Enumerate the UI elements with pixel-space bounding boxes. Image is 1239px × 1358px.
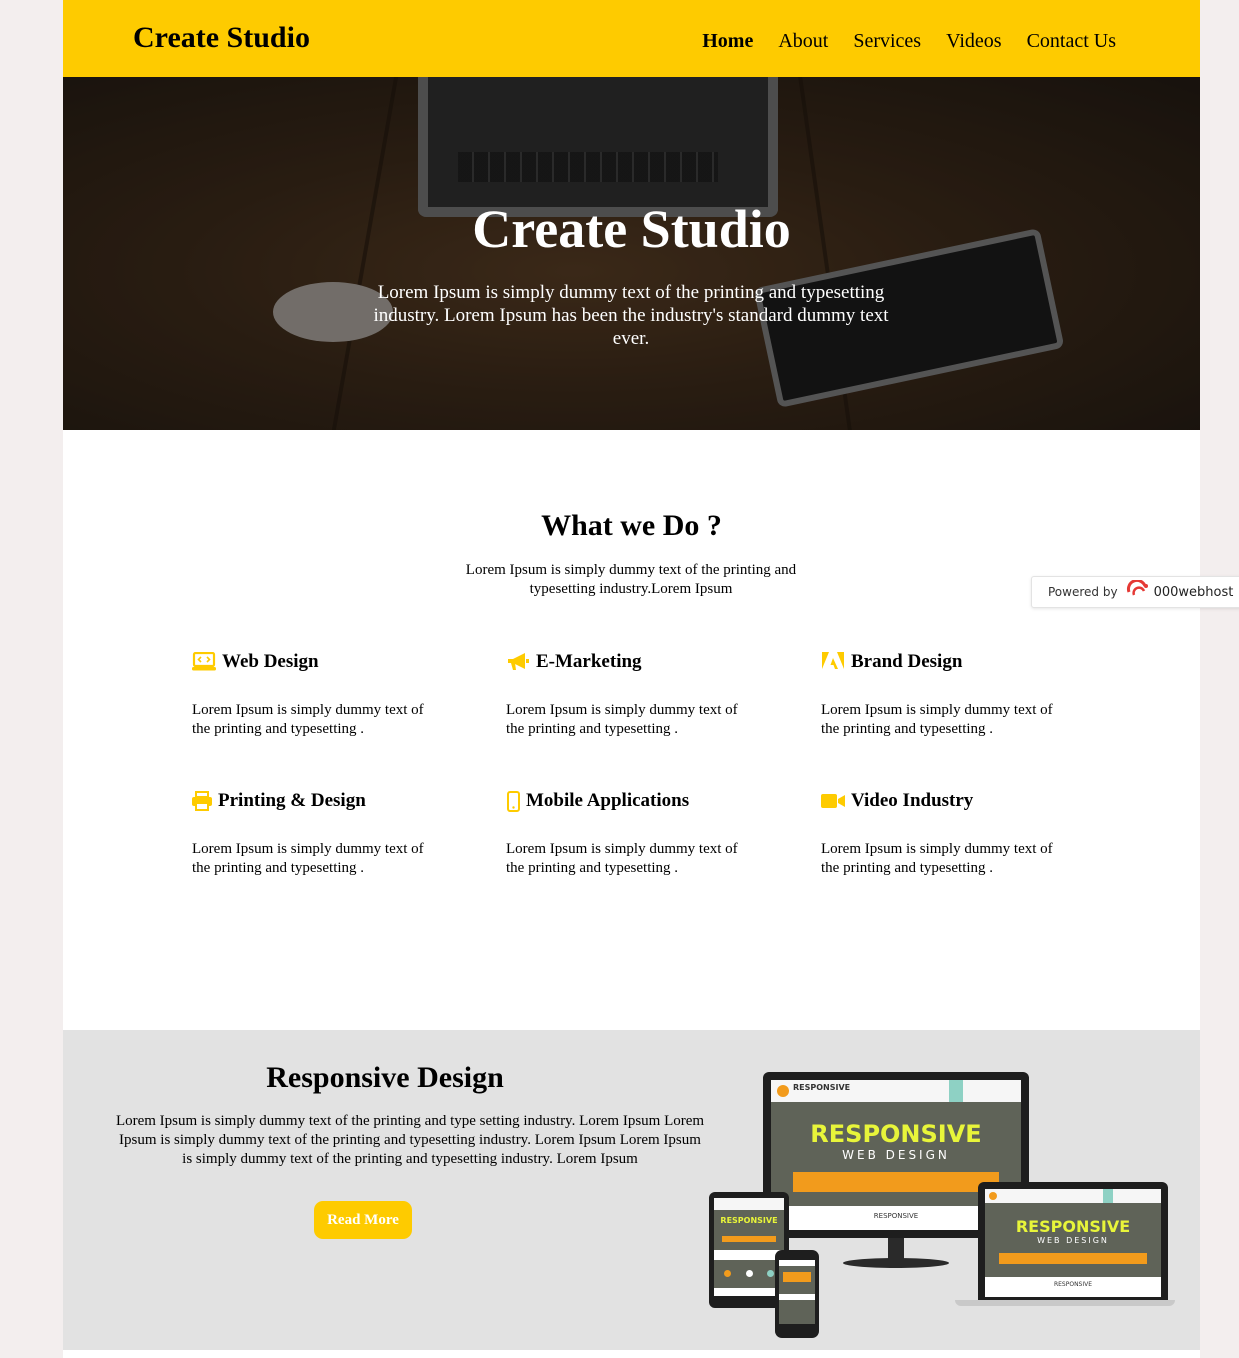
service-text: Lorem Ipsum is simply dummy text of the …: [506, 841, 738, 876]
read-more-button[interactable]: Read More: [314, 1201, 412, 1239]
service-text: Lorem Ipsum is simply dummy text of the …: [821, 702, 1053, 737]
brand-logo[interactable]: Create Studio: [133, 20, 310, 56]
000webhost-logo-icon: [1126, 578, 1150, 604]
video-camera-icon: [821, 790, 845, 812]
service-title: Mobile Applications: [526, 790, 690, 811]
device-sub-text: WEB DESIGN: [842, 1148, 950, 1162]
nav-home[interactable]: Home: [702, 29, 753, 53]
device-sub-text: WEB DESIGN: [1037, 1236, 1109, 1245]
service-text: Lorem Ipsum is simply dummy text of the …: [821, 841, 1053, 876]
nav-about[interactable]: About: [778, 29, 828, 53]
service-video-industry: Video Industry Lorem Ipsum is simply dum…: [821, 789, 1071, 878]
adobe-icon: [821, 651, 845, 673]
laptop-frame: RESPONSIVE WEB DESIGN RESPONSIVE: [978, 1182, 1168, 1300]
laptop-code-icon: [192, 651, 216, 673]
service-title: E-Marketing: [536, 651, 642, 672]
phone-frame: [775, 1250, 819, 1338]
nav-contact-us[interactable]: Contact Us: [1027, 29, 1116, 53]
powered-by-label: Powered by: [1048, 585, 1118, 599]
service-brand-design: Brand Design Lorem Ipsum is simply dummy…: [821, 650, 1071, 739]
responsive-title: Responsive Design: [266, 1061, 504, 1094]
service-web-design: Web Design Lorem Ipsum is simply dummy t…: [192, 650, 442, 739]
device-caption: RESPONSIVE: [1053, 1281, 1093, 1288]
service-title: Brand Design: [851, 651, 963, 672]
mobile-phone-icon: [506, 790, 520, 812]
hero-text: Lorem Ipsum is simply dummy text of the …: [373, 282, 889, 349]
device-big-text: RESPONSIVE: [1015, 1217, 1131, 1236]
responsive-devices-image: RESPONSIVE RESPONSIVE WEB DESIGN RESPONS…: [703, 1070, 1183, 1345]
service-title: Printing & Design: [218, 790, 366, 811]
service-text: Lorem Ipsum is simply dummy text of the …: [192, 702, 424, 737]
service-printing-design: Printing & Design Lorem Ipsum is simply …: [192, 789, 442, 878]
service-mobile-applications: Mobile Applications Lorem Ipsum is simpl…: [506, 789, 756, 878]
device-brand-text: RESPONSIVE: [793, 1083, 851, 1092]
device-big-text: RESPONSIVE: [810, 1120, 982, 1148]
megaphone-icon: [506, 651, 530, 673]
main-nav: Home About Services Videos Contact Us: [702, 29, 1116, 53]
page: Create Studio Home About Services Videos…: [63, 0, 1200, 1358]
service-e-marketing: E-Marketing Lorem Ipsum is simply dummy …: [506, 650, 756, 739]
printer-icon: [192, 790, 212, 812]
what-we-do-subtitle: Lorem Ipsum is simply dummy text of the …: [465, 562, 797, 597]
nav-videos[interactable]: Videos: [946, 29, 1001, 53]
service-title: Video Industry: [851, 790, 974, 811]
hero-banner: Create Studio Lorem Ipsum is simply dumm…: [63, 77, 1200, 430]
responsive-text: Lorem Ipsum is simply dummy text of the …: [115, 1113, 705, 1167]
powered-by-badge[interactable]: Powered by 000webhost: [1031, 576, 1239, 608]
000webhost-logo-text: 000webhost: [1153, 584, 1234, 600]
service-title: Web Design: [222, 651, 319, 672]
what-we-do-title: What we Do ?: [541, 509, 722, 542]
service-text: Lorem Ipsum is simply dummy text of the …: [192, 841, 424, 876]
hero-title: Create Studio: [472, 199, 791, 259]
responsive-section: Responsive Design Lorem Ipsum is simply …: [63, 1030, 1200, 1350]
nav-services[interactable]: Services: [853, 29, 921, 53]
service-text: Lorem Ipsum is simply dummy text of the …: [506, 702, 738, 737]
site-header: Create Studio Home About Services Videos…: [63, 0, 1200, 77]
device-big-text: RESPONSIVE: [720, 1216, 778, 1225]
